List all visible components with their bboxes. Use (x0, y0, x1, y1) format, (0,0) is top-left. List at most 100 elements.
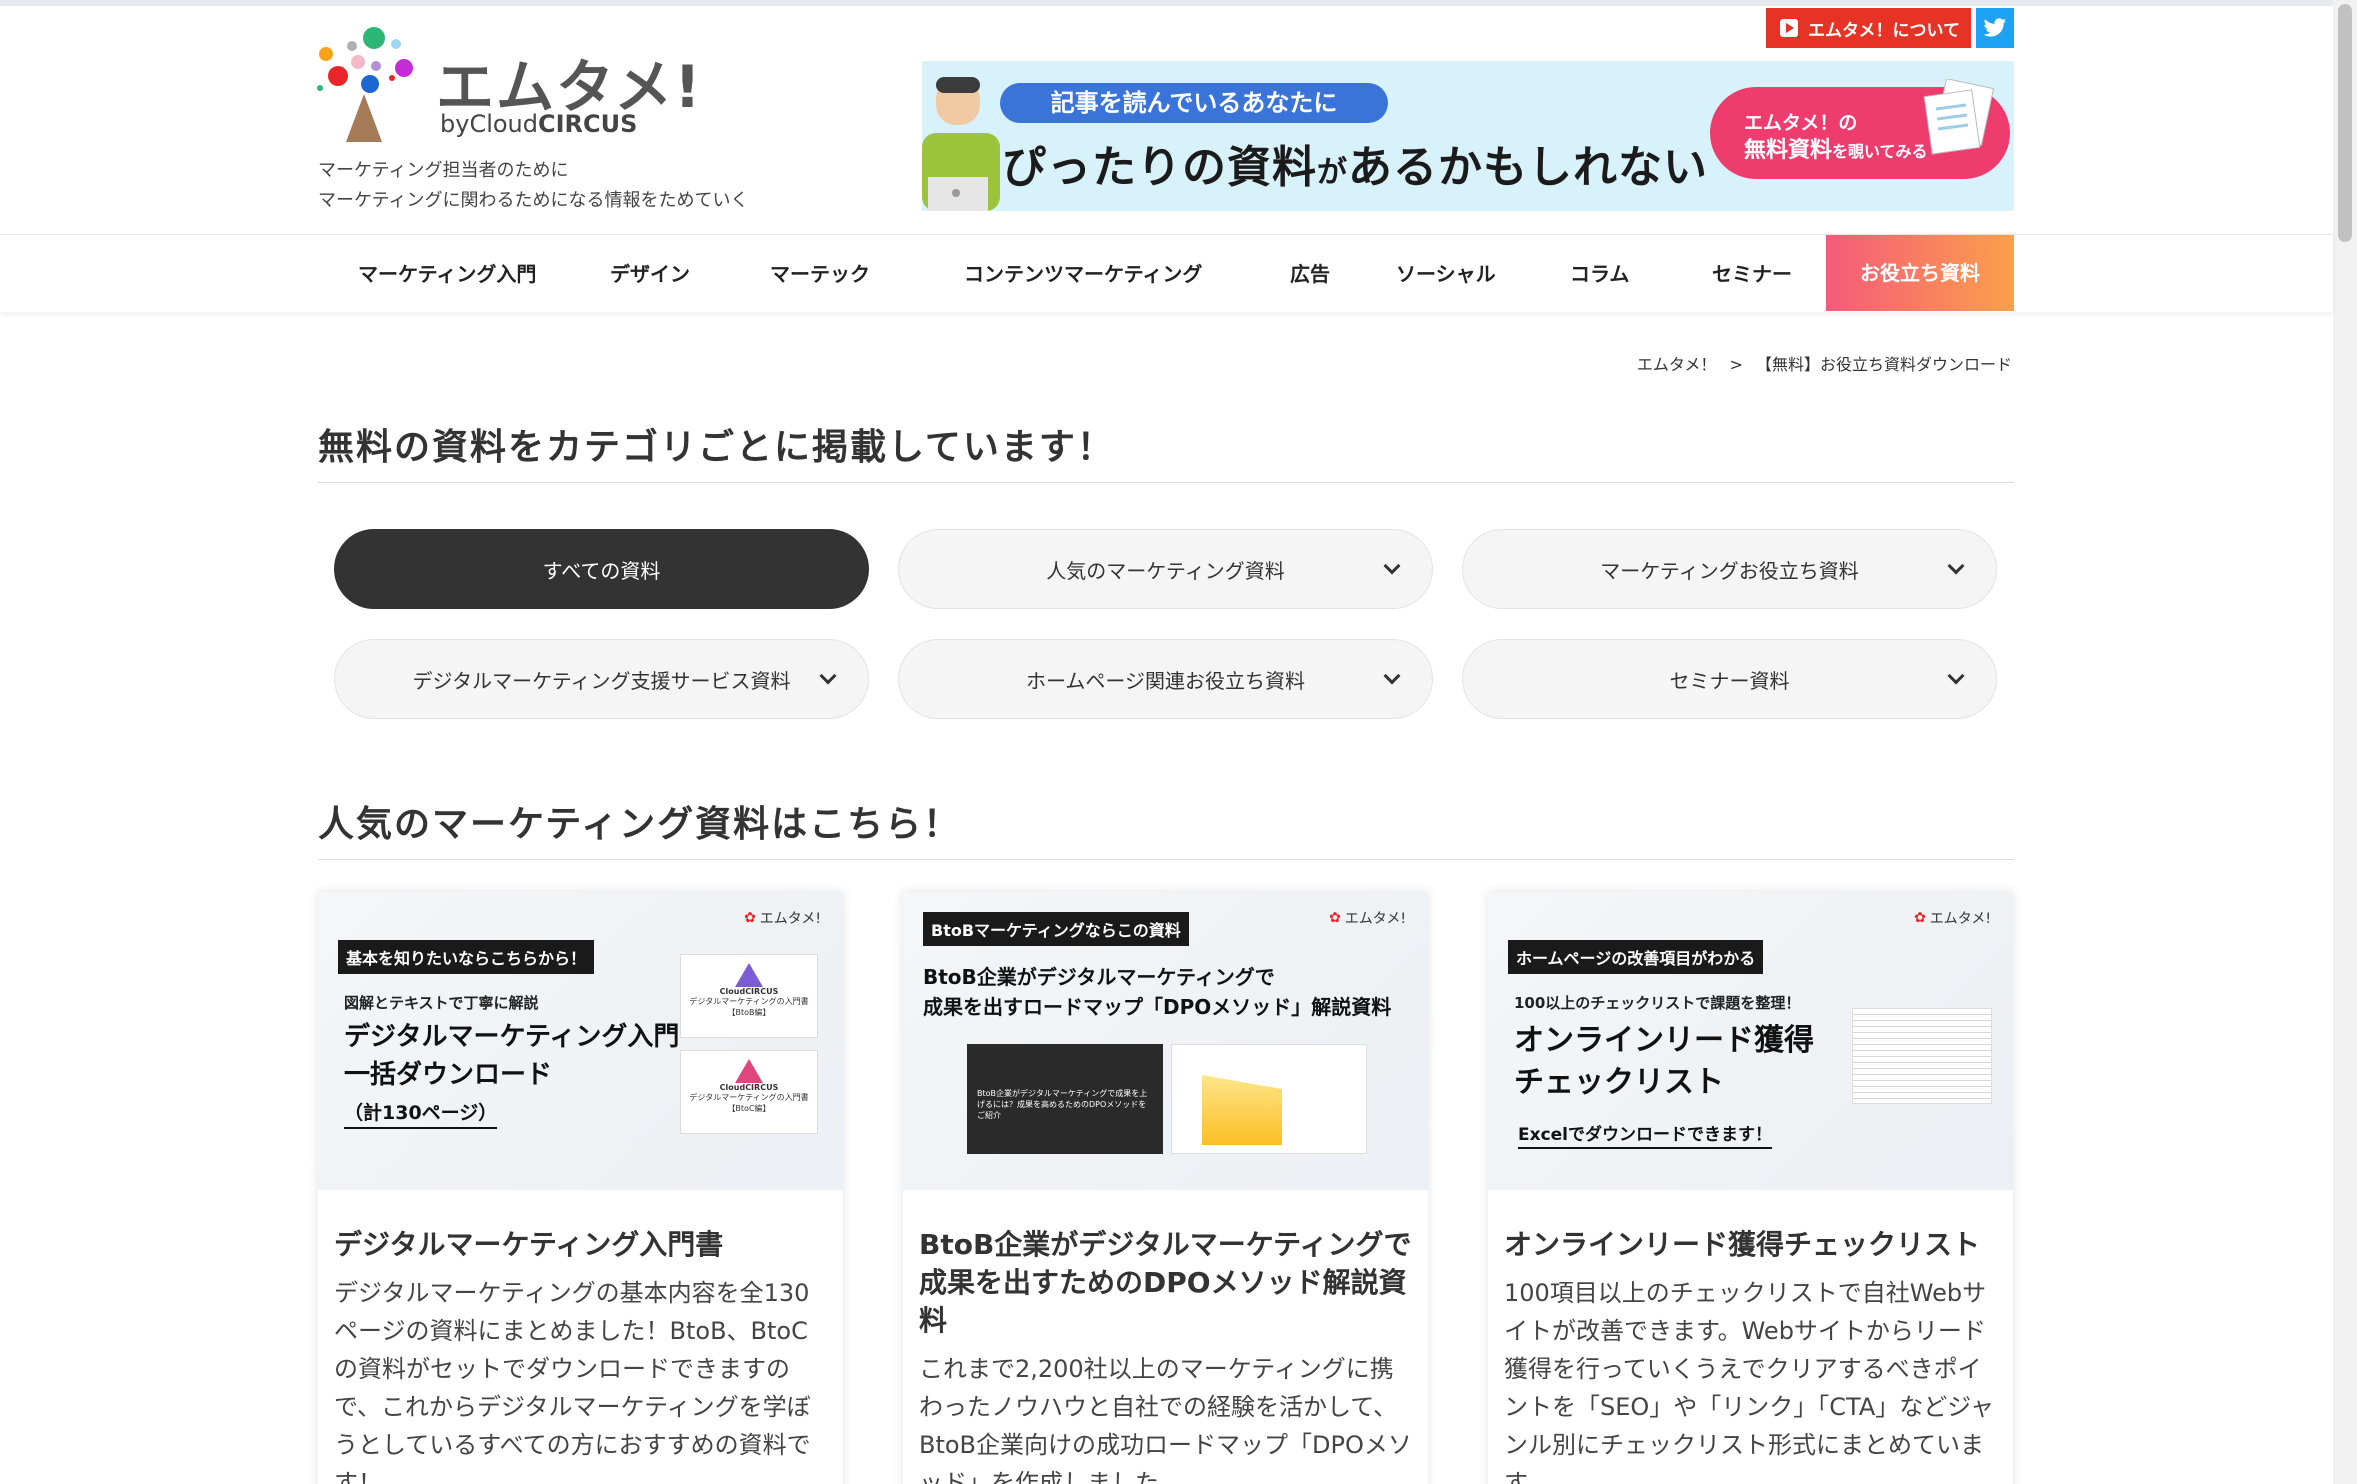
filter-label: デジタルマーケティング支援サービス資料 (412, 668, 791, 693)
prism-icon (735, 1059, 763, 1083)
filter-seminar[interactable]: セミナー資料 (1462, 639, 1997, 719)
prism-icon (735, 963, 763, 987)
card-description: これまで2,200社以上のマーケティングに携わったノウハウと自社での経験を活かし… (919, 1355, 1412, 1484)
card-title[interactable]: BtoB企業がデジタルマーケティングで成果を出すためのDPOメソッド解説資料 (919, 1226, 1414, 1340)
card-description: デジタルマーケティングの基本内容を全130ページの資料にまとめました！BtoB、… (334, 1279, 811, 1484)
card-thumbnail[interactable]: ✿ エムタメ! BtoBマーケティングならこの資料 BtoB企業がデジタルマーケテ… (903, 892, 1428, 1190)
youtube-icon (1780, 19, 1798, 37)
scrollbar[interactable] (2333, 0, 2357, 1484)
nav-item-ads[interactable]: 広告 (1290, 235, 1330, 313)
chevron-down-icon (1947, 557, 1965, 575)
logo-tree-icon[interactable] (316, 26, 416, 144)
slide-preview-dark: BtoB企業がデジタルマーケティングで成果を上げるには？成果を高めるためのDPO… (967, 1044, 1163, 1154)
twitter-button[interactable] (1976, 8, 2014, 48)
filter-all[interactable]: すべての資料 (334, 529, 869, 609)
banner-cta-line-2a: 無料資料 (1744, 138, 1833, 163)
thumb-subtitle: 図解とテキストで丁寧に解説 (344, 994, 539, 1012)
breadcrumb-current: 【無料】お役立ち資料ダウンロード (1755, 355, 2012, 374)
banner-headline-a: ぴったりの資料 (1002, 142, 1317, 193)
thumb-headline: デジタルマーケティング入門 一括ダウンロード (344, 1018, 679, 1094)
banner-headline-b: が (1317, 155, 1348, 190)
section-divider (318, 859, 2014, 860)
resource-card[interactable]: ✿ エムタメ! ホームページの改善項目がわかる 100以上のチェックリストで課題を… (1488, 892, 2013, 1484)
book-title: デジタルマーケティングの入門書【BtoC編】 (689, 1093, 809, 1113)
tagline: マーケティング担当者のために マーケティングに関わるためになる情報をためていく (318, 156, 749, 216)
logo-by: by (440, 110, 470, 138)
filter-digital-support[interactable]: デジタルマーケティング支援サービス資料 (334, 639, 869, 719)
logo-brand: byCloudCIRCUS (440, 110, 637, 138)
chevron-down-icon (1383, 557, 1401, 575)
nav-item-martech[interactable]: マーテック (770, 235, 870, 313)
thumb-headline-1: BtoB企業がデジタルマーケティングで (923, 965, 1275, 989)
about-label: エムタメ！について (1808, 20, 1960, 41)
section-title-categories: 無料の資料をカテゴリごとに掲載しています！ (318, 427, 1115, 468)
nav-item-content-marketing[interactable]: コンテンツマーケティング (964, 235, 1202, 313)
filter-label: 人気のマーケティング資料 (1046, 558, 1285, 583)
filter-label: マーケティングお役立ち資料 (1600, 558, 1859, 583)
promo-banner[interactable]: 記事を読んでいるあなたに ぴったりの資料があるかもしれない エムタメ！の 無料資… (922, 61, 2014, 211)
thumb-tag: BtoBマーケティングならこの資料 (923, 912, 1189, 946)
slide-text: BtoB企業がデジタルマーケティングで成果を上げるには？成果を高めるためのDPO… (977, 1089, 1148, 1120)
tagline-line-1: マーケティング担当者のために (318, 160, 569, 181)
nav-item-social[interactable]: ソーシャル (1396, 235, 1496, 313)
filter-homepage[interactable]: ホームページ関連お役立ち資料 (898, 639, 1433, 719)
banner-cta-line-2b: を覗いてみる (1832, 142, 1928, 161)
breadcrumb-separator: > (1729, 355, 1743, 374)
logo-brand-light: Cloud (469, 110, 538, 138)
nav-item-seminar[interactable]: セミナー (1712, 235, 1792, 313)
breadcrumb: エムタメ！ > 【無料】お役立ち資料ダウンロード (1637, 351, 2012, 375)
card-thumbnail[interactable]: ✿ エムタメ! 基本を知りたいならこちらから！ 図解とテキストで丁寧に解説 デジタ… (318, 892, 843, 1190)
about-link[interactable]: エムタメ！について (1766, 8, 1971, 48)
thumb-headline: BtoB企業がデジタルマーケティングで 成果を出すロードマップ「DPOメソッド」… (923, 962, 1391, 1022)
thumb-headline-2: 一括ダウンロード (344, 1060, 553, 1090)
book-brand: CloudCIRCUS (719, 987, 779, 996)
mini-logo-text: エムタメ! (1929, 911, 1991, 927)
mini-logo-icon: ✿ (1914, 910, 1926, 926)
thumb-headline-2: チェックリスト (1514, 1065, 1724, 1100)
slide-chart-shape (1202, 1075, 1282, 1145)
nav-item-resources[interactable]: お役立ち資料 (1826, 235, 2014, 311)
mini-logo-icon: ✿ (744, 910, 756, 926)
resource-card[interactable]: ✿ エムタメ! BtoBマーケティングならこの資料 BtoB企業がデジタルマーケテ… (903, 892, 1428, 1484)
book-cover-btob: CloudCIRCUS デジタルマーケティングの入門書【BtoB編】 (680, 954, 818, 1038)
filter-label: セミナー資料 (1669, 668, 1790, 693)
book-brand: CloudCIRCUS (719, 1083, 779, 1092)
slide-preview-chart (1171, 1044, 1367, 1154)
page: エムタメ! byCloudCIRCUS マーケティング担当者のために マーケティ… (0, 6, 2333, 1484)
banner-headline: ぴったりの資料があるかもしれない (1002, 131, 1708, 195)
twitter-icon (1983, 18, 2006, 37)
mini-logo: ✿ エムタメ! (744, 908, 821, 928)
nav-item-column[interactable]: コラム (1570, 235, 1629, 313)
resource-card[interactable]: ✿ エムタメ! 基本を知りたいならこちらから！ 図解とテキストで丁寧に解説 デジタ… (318, 892, 843, 1484)
chevron-down-icon (1947, 667, 1965, 685)
book-title: デジタルマーケティングの入門書【BtoB編】 (689, 997, 809, 1017)
banner-headline-c: あるかもしれない (1348, 142, 1708, 193)
nav-item-marketing-intro[interactable]: マーケティング入門 (358, 235, 536, 313)
card-description: 100項目以上のチェックリストで自社Webサイトが改善できます。Webサイトから… (1504, 1279, 1995, 1484)
thumb-subtitle: 100以上のチェックリストで課題を整理！ (1514, 994, 1801, 1012)
logo-brand-bold: CIRCUS (538, 110, 638, 138)
breadcrumb-home[interactable]: エムタメ！ (1637, 355, 1717, 374)
thumb-underline: Excelでダウンロードできます！ (1518, 1120, 1773, 1149)
filter-label: ホームページ関連お役立ち資料 (1026, 668, 1305, 693)
thumb-tag: 基本を知りたいならこちらから！ (338, 940, 595, 974)
thumb-headline-1: オンラインリード獲得 (1514, 1023, 1814, 1058)
thumb-underline: （計130ページ） (344, 1098, 498, 1129)
mini-logo-text: エムタメ! (1344, 911, 1406, 927)
global-nav: マーケティング入門 デザイン マーテック コンテンツマーケティング 広告 ソーシ… (0, 234, 2333, 312)
thumb-headline-1: デジタルマーケティング入門 (344, 1022, 680, 1052)
banner-pill: 記事を読んでいるあなたに (1000, 83, 1388, 123)
card-title[interactable]: オンラインリード獲得チェックリスト (1504, 1226, 1999, 1264)
card-thumbnail[interactable]: ✿ エムタメ! ホームページの改善項目がわかる 100以上のチェックリストで課題を… (1488, 892, 2013, 1190)
filter-popular[interactable]: 人気のマーケティング資料 (898, 529, 1433, 609)
nav-item-design[interactable]: デザイン (610, 235, 690, 313)
thumb-headline: オンラインリード獲得 チェックリスト (1514, 1020, 1814, 1104)
document-icon (1923, 79, 1995, 155)
card-title[interactable]: デジタルマーケティング入門書 (334, 1226, 829, 1264)
filter-label: すべての資料 (542, 558, 661, 583)
person-illustration (922, 77, 1000, 211)
scrollbar-thumb[interactable] (2338, 4, 2352, 242)
filter-marketing-tips[interactable]: マーケティングお役立ち資料 (1462, 529, 1997, 609)
chevron-down-icon (1383, 667, 1401, 685)
tagline-line-2: マーケティングに関わるためになる情報をためていく (318, 190, 749, 211)
